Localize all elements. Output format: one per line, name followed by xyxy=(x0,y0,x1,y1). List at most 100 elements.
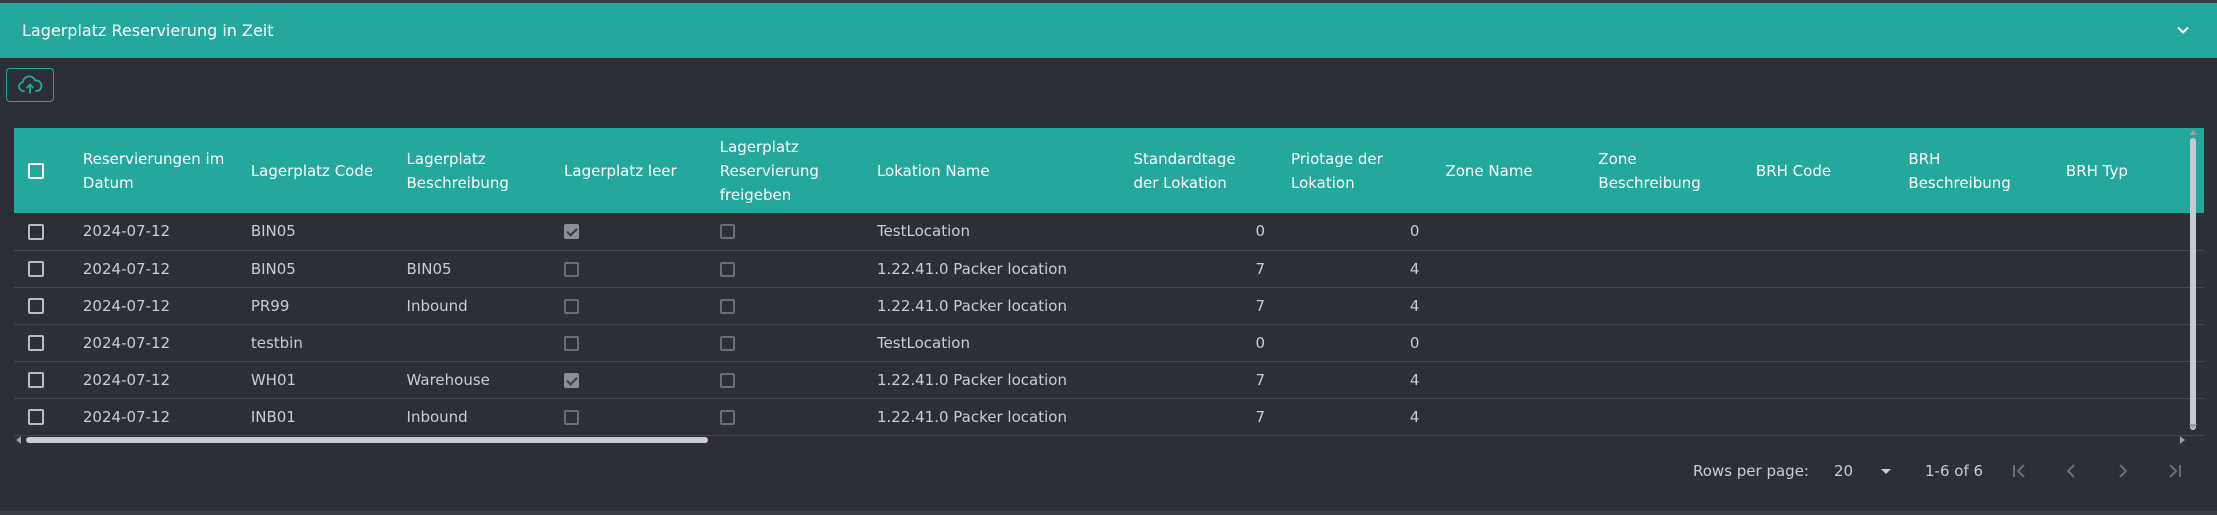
brh-type-cell xyxy=(2052,361,2204,398)
table-row[interactable]: 2024-07-12 BIN05 TestLocation 0 0 xyxy=(14,213,2204,250)
release-cell xyxy=(706,250,863,287)
select-all-checkbox[interactable] xyxy=(28,163,44,179)
priority-days-cell: 4 xyxy=(1409,259,1420,278)
scroll-down-arrow[interactable] xyxy=(2189,424,2197,429)
bin-empty-checkbox xyxy=(564,372,580,388)
zone-name-cell xyxy=(1431,250,1584,287)
column-header[interactable]: Lokation Name xyxy=(863,128,1120,213)
column-header[interactable]: Lagerplatz Reservierung freigeben xyxy=(706,128,863,213)
zone-name-cell xyxy=(1431,398,1584,435)
location-name-cell: 1.22.41.0 Packer location xyxy=(876,296,1067,315)
row-select-cell xyxy=(14,361,69,398)
last-page-icon[interactable] xyxy=(2164,460,2186,482)
column-header[interactable]: Lagerplatz leer xyxy=(550,128,706,213)
row-select-cell xyxy=(14,324,69,361)
table-header-row: Reservierungen im Datum Lagerplatz Code … xyxy=(14,128,2204,213)
bin-empty-checkbox xyxy=(564,409,580,425)
bin-empty-cell xyxy=(550,324,706,361)
column-header[interactable]: Standardtage der Lokation xyxy=(1120,128,1277,213)
standard-days-cell: 0 xyxy=(1255,222,1265,241)
column-header[interactable]: BRH Code xyxy=(1742,128,1894,213)
zone-name-cell xyxy=(1431,213,1584,250)
brh-code-cell xyxy=(1742,361,1894,398)
bin-code-cell: INB01 xyxy=(250,407,296,426)
row-select-checkbox[interactable] xyxy=(28,298,44,314)
brh-code-cell xyxy=(1742,287,1894,324)
release-checkbox xyxy=(719,261,735,277)
select-all-cell xyxy=(14,128,69,213)
row-select-cell xyxy=(14,213,69,250)
bin-description-cell xyxy=(393,213,551,250)
bin-empty-cell xyxy=(550,250,706,287)
priority-days-cell: 4 xyxy=(1409,407,1420,426)
column-header[interactable]: Lagerplatz Code xyxy=(237,128,393,213)
scroll-right-arrow[interactable] xyxy=(2180,436,2185,444)
row-select-checkbox[interactable] xyxy=(28,409,44,425)
bin-code-cell: BIN05 xyxy=(250,259,296,278)
release-checkbox xyxy=(719,224,735,240)
column-header[interactable]: Lagerplatz Beschreibung xyxy=(393,128,551,213)
standard-days-cell: 7 xyxy=(1255,296,1265,315)
horizontal-scrollbar[interactable] xyxy=(26,437,708,443)
column-header[interactable]: BRH Beschreibung xyxy=(1894,128,2052,213)
table-row[interactable]: 2024-07-12 testbin TestLocation 0 0 xyxy=(14,324,2204,361)
column-header[interactable]: Zone Beschreibung xyxy=(1584,128,1742,213)
date-cell: 2024-07-12 xyxy=(82,370,171,389)
column-header[interactable]: Reservierungen im Datum xyxy=(69,128,237,213)
panel-header[interactable]: Lagerplatz Reservierung in Zeit xyxy=(0,3,2217,58)
brh-code-cell xyxy=(1742,398,1894,435)
row-select-checkbox[interactable] xyxy=(28,335,44,351)
release-cell xyxy=(706,287,863,324)
chevron-down-icon[interactable] xyxy=(2173,20,2193,40)
row-select-checkbox[interactable] xyxy=(28,372,44,388)
row-select-checkbox[interactable] xyxy=(28,223,44,240)
release-checkbox xyxy=(719,409,735,425)
brh-description-cell xyxy=(1894,324,2052,361)
bin-description-cell: Inbound xyxy=(406,407,468,426)
brh-code-cell xyxy=(1742,324,1894,361)
release-cell xyxy=(706,213,863,250)
scroll-up-arrow[interactable] xyxy=(2189,130,2197,135)
location-name-cell: 1.22.41.0 Packer location xyxy=(876,259,1067,278)
brh-type-cell xyxy=(2052,287,2204,324)
bin-empty-checkbox xyxy=(564,298,580,314)
bin-description-cell xyxy=(393,324,551,361)
bin-code-cell: BIN05 xyxy=(250,222,296,241)
first-page-icon[interactable] xyxy=(2008,460,2030,482)
table-row[interactable]: 2024-07-12 WH01 Warehouse 1.22.41.0 Packer … xyxy=(14,361,2204,398)
cloud-upload-icon xyxy=(18,75,43,94)
bin-empty-checkbox xyxy=(564,261,580,277)
column-header[interactable]: Zone Name xyxy=(1431,128,1584,213)
column-header[interactable]: Priotage der Lokation xyxy=(1277,128,1431,213)
row-select-cell xyxy=(14,250,69,287)
rows-per-page-select[interactable]: 20 xyxy=(1834,458,1892,484)
standard-days-cell: 7 xyxy=(1255,407,1265,426)
row-select-checkbox[interactable] xyxy=(28,261,44,277)
table-row[interactable]: 2024-07-12 PR99 Inbound 1.22.41.0 Packer lo… xyxy=(14,287,2204,324)
reservation-table-container: Reservierungen im Datum Lagerplatz Code … xyxy=(14,128,2204,446)
bin-description-cell: BIN05 xyxy=(406,259,452,278)
date-cell: 2024-07-12 xyxy=(82,259,171,278)
zone-description-cell xyxy=(1584,324,1742,361)
next-page-icon[interactable] xyxy=(2112,460,2134,482)
standard-days-cell: 0 xyxy=(1255,333,1265,352)
upload-button[interactable] xyxy=(6,68,54,102)
table-row[interactable]: 2024-07-12 BIN05 BIN05 1.22.41.0 Packer loc… xyxy=(14,250,2204,287)
priority-days-cell: 4 xyxy=(1409,370,1420,389)
bin-empty-cell xyxy=(550,287,706,324)
brh-type-cell xyxy=(2052,250,2204,287)
bin-code-cell: testbin xyxy=(250,333,303,352)
bin-empty-checkbox xyxy=(564,335,580,351)
vertical-scrollbar[interactable] xyxy=(2190,138,2196,430)
brh-code-cell xyxy=(1742,213,1894,250)
priority-days-cell: 0 xyxy=(1409,333,1420,352)
previous-page-icon[interactable] xyxy=(2060,460,2082,482)
scroll-left-arrow[interactable] xyxy=(16,436,21,444)
zone-name-cell xyxy=(1431,324,1584,361)
location-name-cell: TestLocation xyxy=(876,222,970,241)
caret-down-icon xyxy=(1881,468,1892,474)
table-row[interactable]: 2024-07-12 INB01 Inbound 1.22.41.0 Packer l… xyxy=(14,398,2204,435)
brh-description-cell xyxy=(1894,361,2052,398)
panel-title: Lagerplatz Reservierung in Zeit xyxy=(22,21,274,40)
column-header[interactable]: BRH Typ xyxy=(2052,128,2204,213)
